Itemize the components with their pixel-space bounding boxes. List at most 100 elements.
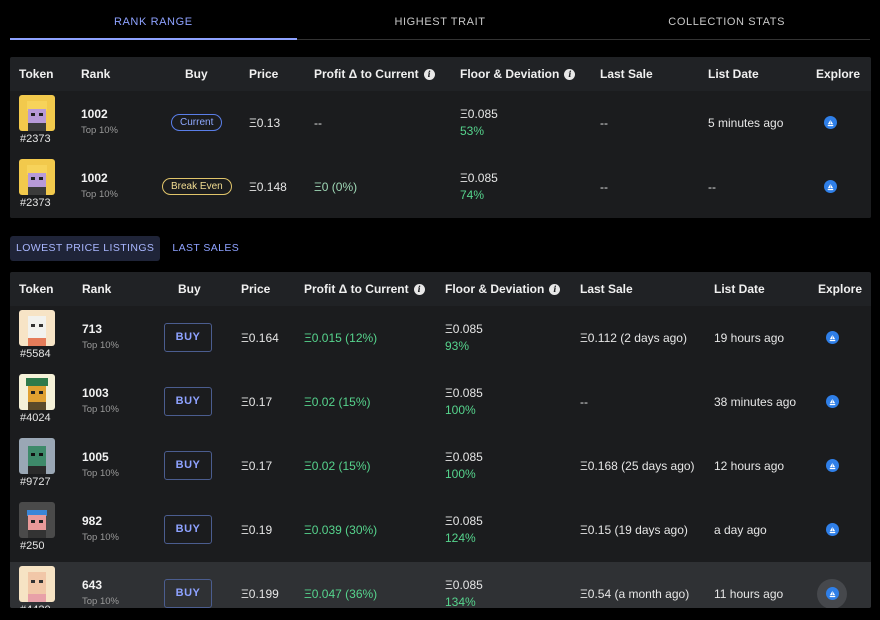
header-explore: Explore xyxy=(816,67,861,81)
buy-button[interactable]: BUY xyxy=(164,451,212,480)
floor-cell: Ξ0.085 93% xyxy=(445,322,483,353)
table-row: #4024 1003 Top 10% BUY Ξ0.17 Ξ0.02 (15%)… xyxy=(10,370,871,434)
price-value: Ξ0.13 xyxy=(249,116,281,130)
opensea-icon[interactable] xyxy=(824,180,837,193)
opensea-icon[interactable] xyxy=(826,395,839,408)
token-avatar[interactable] xyxy=(19,310,55,346)
buy-button[interactable]: BUY xyxy=(164,323,212,352)
floor-cell: Ξ0.085 100% xyxy=(445,450,483,481)
last-sale-value: -- xyxy=(600,116,608,130)
opensea-icon[interactable] xyxy=(826,523,839,536)
opensea-icon[interactable] xyxy=(826,331,839,344)
rank-value: 1005 xyxy=(82,450,109,464)
buy-button[interactable]: BUY xyxy=(164,515,212,544)
token-avatar[interactable] xyxy=(19,95,55,131)
tab-rank-range[interactable]: RANK RANGE xyxy=(10,0,297,40)
token-id: #9727 xyxy=(20,476,51,488)
token-id: #2373 xyxy=(20,197,51,209)
deviation-value: 53% xyxy=(460,124,485,138)
deviation-value: 100% xyxy=(445,403,476,417)
header-rank: Rank xyxy=(81,67,111,81)
price-value: Ξ0.199 xyxy=(241,587,279,601)
table-row: #5584 713 Top 10% BUY Ξ0.164 Ξ0.015 (12%… xyxy=(10,306,871,370)
buy-button[interactable]: BUY xyxy=(164,387,212,416)
token-avatar[interactable] xyxy=(19,159,55,195)
rank-value: 643 xyxy=(82,578,103,592)
rank-cell: 643 Top 10% xyxy=(82,578,119,607)
rank-percentile: Top 10% xyxy=(81,125,118,136)
header-buy: Buy xyxy=(178,282,201,296)
rank-cell: 1003 Top 10% xyxy=(82,386,119,415)
list-date-value: -- xyxy=(708,180,716,194)
deviation-value: 124% xyxy=(445,531,476,545)
header-token: Token xyxy=(19,282,54,296)
floor-value: Ξ0.085 xyxy=(445,514,483,528)
deviation-value: 93% xyxy=(445,339,470,353)
listing-subtabs: LOWEST PRICE LISTINGS LAST SALES xyxy=(10,236,245,261)
header-last-sale: Last Sale xyxy=(600,67,653,81)
opensea-icon[interactable] xyxy=(826,459,839,472)
last-sale-value: Ξ0.112 (2 days ago) xyxy=(580,331,687,345)
opensea-icon[interactable] xyxy=(824,116,837,129)
token-avatar[interactable] xyxy=(19,374,55,410)
info-icon[interactable]: i xyxy=(413,283,425,295)
header-profit: Profit Δ to Current i xyxy=(314,67,435,81)
info-icon[interactable]: i xyxy=(564,68,576,80)
header-price: Price xyxy=(249,67,279,81)
header-floor-label: Floor & Deviation xyxy=(445,282,545,296)
token-avatar[interactable] xyxy=(19,502,55,538)
token-avatar[interactable] xyxy=(19,566,55,602)
header-floor: Floor & Deviation i xyxy=(460,67,576,81)
floor-value: Ξ0.085 xyxy=(445,578,483,592)
rank-percentile: Top 10% xyxy=(82,468,119,479)
rank-percentile: Top 10% xyxy=(82,340,119,351)
floor-value: Ξ0.085 xyxy=(445,386,483,400)
rank-cell: 713 Top 10% xyxy=(82,322,119,351)
floor-cell: Ξ0.085 53% xyxy=(460,107,498,138)
table-row: #2373 1002 Top 10% Break Even Ξ0.148 Ξ0 … xyxy=(10,155,871,218)
list-date-value: 5 minutes ago xyxy=(708,116,784,130)
header-price: Price xyxy=(241,282,271,296)
table-row: #250 982 Top 10% BUY Ξ0.19 Ξ0.039 (30%) … xyxy=(10,498,871,562)
last-sale-value: Ξ0.168 (25 days ago) xyxy=(580,459,695,473)
rank-cell: 1005 Top 10% xyxy=(82,450,119,479)
table-header: Token Rank Buy Price Profit Δ to Current… xyxy=(10,57,871,91)
profit-value: Ξ0.039 (30%) xyxy=(304,523,378,537)
token-id: #4420 xyxy=(20,604,51,608)
token-id: #4024 xyxy=(20,412,51,424)
floor-cell: Ξ0.085 134% xyxy=(445,578,483,608)
header-list-date: List Date xyxy=(708,67,759,81)
tab-last-sales[interactable]: LAST SALES xyxy=(166,236,245,261)
price-value: Ξ0.148 xyxy=(249,180,287,194)
rank-value: 1003 xyxy=(82,386,109,400)
tab-lowest-price-listings[interactable]: LOWEST PRICE LISTINGS xyxy=(10,236,161,261)
table-row: #4420 643 Top 10% BUY Ξ0.199 Ξ0.047 (36%… xyxy=(10,562,871,608)
list-date-value: 11 hours ago xyxy=(714,587,784,601)
list-date-value: 38 minutes ago xyxy=(714,395,797,409)
info-icon[interactable]: i xyxy=(549,283,561,295)
price-value: Ξ0.17 xyxy=(241,459,273,473)
deviation-value: 74% xyxy=(460,188,485,202)
header-buy: Buy xyxy=(185,67,208,81)
token-id: #5584 xyxy=(20,348,51,360)
opensea-icon[interactable] xyxy=(826,587,839,600)
header-last-sale: Last Sale xyxy=(580,282,633,296)
tab-collection-stats[interactable]: COLLECTION STATS xyxy=(583,0,870,39)
table-row: #2373 1002 Top 10% Current Ξ0.13 -- Ξ0.0… xyxy=(10,91,871,155)
header-floor-label: Floor & Deviation xyxy=(460,67,560,81)
buy-button[interactable]: BUY xyxy=(164,579,212,608)
rank-percentile: Top 10% xyxy=(82,404,119,415)
current-badge: Current xyxy=(171,114,223,131)
last-sale-value: -- xyxy=(600,180,608,194)
tab-highest-trait[interactable]: HIGHEST TRAIT xyxy=(297,0,584,39)
price-value: Ξ0.17 xyxy=(241,395,273,409)
floor-cell: Ξ0.085 100% xyxy=(445,386,483,417)
rank-range-table: Token Rank Buy Price Profit Δ to Current… xyxy=(10,57,871,218)
table-row: #9727 1005 Top 10% BUY Ξ0.17 Ξ0.02 (15%)… xyxy=(10,434,871,498)
rank-value: 713 xyxy=(82,322,103,336)
info-icon[interactable]: i xyxy=(423,68,435,80)
header-profit: Profit Δ to Current i xyxy=(304,282,425,296)
token-avatar[interactable] xyxy=(19,438,55,474)
listings-table: Token Rank Buy Price Profit Δ to Current… xyxy=(10,272,871,608)
rank-cell: 982 Top 10% xyxy=(82,514,119,543)
